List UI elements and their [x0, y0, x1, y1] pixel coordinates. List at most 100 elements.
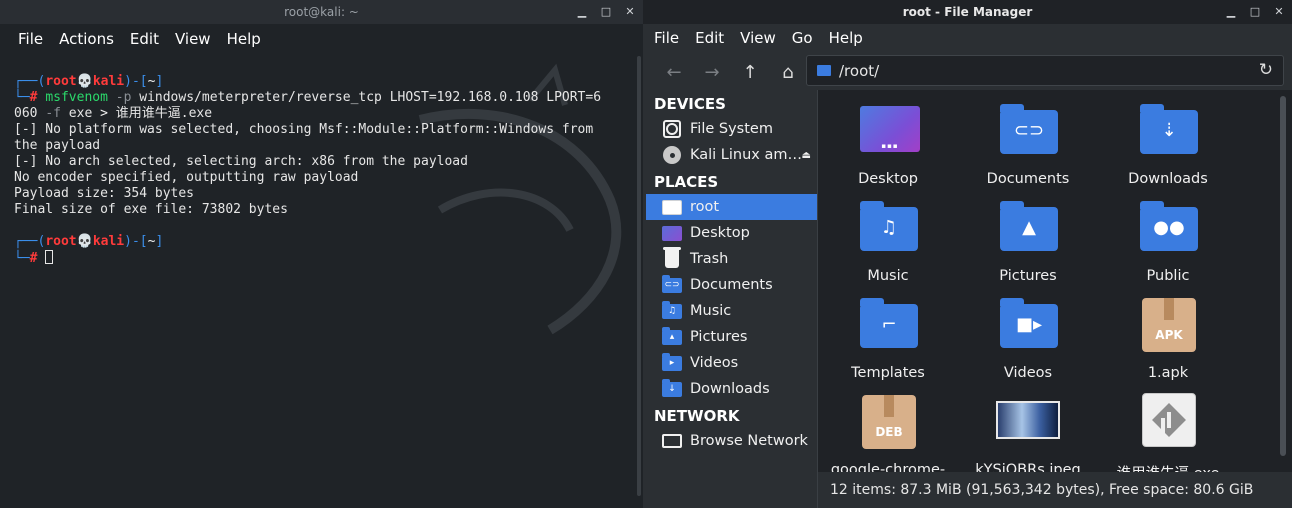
file-item-downloads[interactable]: ⇣ Downloads — [1098, 98, 1238, 195]
fm-titlebar: root - File Manager ▁ □ ✕ — [643, 0, 1292, 24]
prompt-line-2: ┌──(root💀kali)-[~] — [14, 234, 164, 249]
prompt-line-1: ┌──(root💀kali)-[~] — [14, 74, 164, 89]
sidebar-item-desktop[interactable]: Desktop — [646, 220, 817, 246]
back-arrow-icon[interactable]: ← — [655, 56, 693, 88]
menu-file[interactable]: File — [10, 30, 51, 48]
menu-help[interactable]: Help — [821, 29, 871, 47]
output-line: [-] No platform was selected, choosing M… — [14, 122, 594, 137]
image-thumbnail-icon — [996, 401, 1060, 439]
menu-file[interactable]: File — [646, 29, 687, 47]
file-item-documents[interactable]: ⊂⊃ Documents — [958, 98, 1098, 195]
file-item-pictures[interactable]: ▲ Pictures — [958, 195, 1098, 292]
reload-icon[interactable]: ↻ — [1259, 60, 1273, 80]
minimize-icon[interactable]: ▁ — [575, 5, 589, 19]
sidebar-item-browse-network[interactable]: Browse Network — [646, 428, 817, 454]
menu-help[interactable]: Help — [219, 30, 269, 48]
file-item-music[interactable]: ♫ Music — [818, 195, 958, 292]
terminal-menubar: File Actions Edit View Help — [0, 24, 643, 54]
skull-icon: 💀 — [76, 234, 93, 249]
skull-icon: 💀 — [76, 74, 93, 89]
up-arrow-icon[interactable]: ↑ — [731, 56, 769, 88]
text-cursor — [45, 250, 54, 264]
menu-edit[interactable]: Edit — [687, 29, 732, 47]
desktop-icon — [662, 224, 682, 242]
output-line: the payload — [14, 138, 101, 153]
desktop-icon — [860, 106, 920, 152]
folder-pictures-icon: ▲ — [1000, 201, 1058, 251]
terminal-titlebar: root@kali: ~ ▁ □ ✕ — [0, 0, 643, 24]
file-item-public[interactable]: ●● Public — [1098, 195, 1238, 292]
command-line: └─# msfvenom -p windows/meterpreter/reve… — [14, 90, 602, 105]
network-icon — [662, 432, 682, 450]
sidebar-item-trash[interactable]: Trash — [646, 246, 817, 272]
status-bar: 12 items: 87.3 MiB (91,563,342 bytes), F… — [818, 472, 1292, 508]
file-item-exe[interactable]: 谁用谁牛逼.exe — [1098, 389, 1238, 472]
sidebar-item-music[interactable]: ♫ Music — [646, 298, 817, 324]
folder-music-icon: ♫ — [662, 300, 682, 320]
menu-edit[interactable]: Edit — [122, 30, 167, 48]
sidebar-item-pictures[interactable]: ▴ Pictures — [646, 324, 817, 350]
exe-icon — [1142, 393, 1196, 447]
sidebar-item-kali-linux-disc[interactable]: Kali Linux am… ⏏ — [646, 142, 817, 168]
folder-music-icon: ♫ — [860, 201, 918, 251]
terminal-title: root@kali: ~ — [284, 5, 359, 19]
sidebar-item-documents[interactable]: ⊂⊃ Documents — [646, 272, 817, 298]
sidebar-item-file-system[interactable]: File System — [646, 116, 817, 142]
menu-view[interactable]: View — [167, 30, 219, 48]
terminal-output[interactable]: ┌──(root💀kali)-[~] └─# msfvenom -p windo… — [14, 74, 633, 267]
minimize-icon[interactable]: ▁ — [1224, 5, 1238, 19]
close-icon[interactable]: ✕ — [623, 5, 637, 19]
sidebar-item-root[interactable]: root — [646, 194, 817, 220]
file-item-templates[interactable]: ⌐ Templates — [818, 292, 958, 389]
trash-icon — [662, 247, 682, 268]
terminal-scrollbar[interactable] — [637, 56, 641, 496]
file-grid-scrollbar[interactable] — [1280, 96, 1286, 456]
file-item-desktop[interactable]: Desktop — [818, 98, 958, 195]
output-line: No encoder specified, outputting raw pay… — [14, 170, 359, 185]
forward-arrow-icon[interactable]: → — [693, 56, 731, 88]
root-folder-icon — [662, 198, 682, 216]
folder-downloads-icon: ⇣ — [1140, 104, 1198, 154]
sidebar-header-places: PLACES — [654, 173, 719, 191]
file-item-videos[interactable]: ■▸ Videos — [958, 292, 1098, 389]
close-icon[interactable]: ✕ — [1272, 5, 1286, 19]
fm-title: root - File Manager — [902, 5, 1033, 19]
input-line[interactable]: └─# — [14, 250, 54, 266]
deb-package-icon: DEB — [862, 395, 916, 449]
menu-view[interactable]: View — [732, 29, 784, 47]
sidebar-item-downloads[interactable]: ↓ Downloads — [646, 376, 817, 402]
menu-go[interactable]: Go — [784, 29, 821, 47]
file-item-apk[interactable]: APK 1.apk — [1098, 292, 1238, 389]
home-icon[interactable]: ⌂ — [769, 56, 807, 88]
folder-documents-icon: ⊂⊃ — [662, 274, 682, 294]
menu-actions[interactable]: Actions — [51, 30, 122, 48]
fm-sidebar: DEVICES File System Kali Linux am… ⏏ PLA… — [646, 90, 817, 508]
folder-downloads-icon: ↓ — [662, 378, 682, 398]
maximize-icon[interactable]: □ — [599, 5, 613, 19]
maximize-icon[interactable]: □ — [1248, 5, 1262, 19]
output-line: Payload size: 354 bytes — [14, 186, 195, 201]
apk-package-icon: APK — [1142, 298, 1196, 352]
fm-menubar: File Edit View Go Help — [643, 24, 1292, 52]
folder-documents-icon: ⊂⊃ — [1000, 104, 1058, 154]
folder-pictures-icon: ▴ — [662, 326, 682, 346]
optical-disc-icon — [662, 146, 682, 164]
file-item-google-chrome-deb[interactable]: DEB google-chrome- — [818, 389, 958, 472]
eject-icon[interactable]: ⏏ — [802, 150, 811, 161]
output-line: Final size of exe file: 73802 bytes — [14, 202, 288, 217]
file-grid: Desktop ⊂⊃ Documents ⇣ Downloads ♫ Music… — [818, 90, 1292, 472]
location-bar[interactable]: /root/ ↻ — [806, 55, 1284, 86]
terminal-window: root@kali: ~ ▁ □ ✕ File Actions Edit Vie… — [0, 0, 643, 508]
sidebar-header-devices: DEVICES — [654, 95, 726, 113]
folder-videos-icon: ■▸ — [1000, 298, 1058, 348]
file-manager-window: root - File Manager ▁ □ ✕ File Edit View… — [643, 0, 1292, 508]
folder-videos-icon: ▸ — [662, 352, 682, 372]
command-line-wrap: 060 -f exe > 谁用谁牛逼.exe — [14, 106, 213, 121]
home-folder-icon — [817, 65, 831, 76]
folder-public-icon: ●● — [1140, 201, 1198, 251]
folder-templates-icon: ⌐ — [860, 298, 918, 348]
file-item-jpeg[interactable]: kYSjQBRs.jpeg — [958, 389, 1098, 472]
sidebar-item-videos[interactable]: ▸ Videos — [646, 350, 817, 376]
output-line: [-] No arch selected, selecting arch: x8… — [14, 154, 468, 169]
hard-disk-icon — [662, 120, 682, 138]
